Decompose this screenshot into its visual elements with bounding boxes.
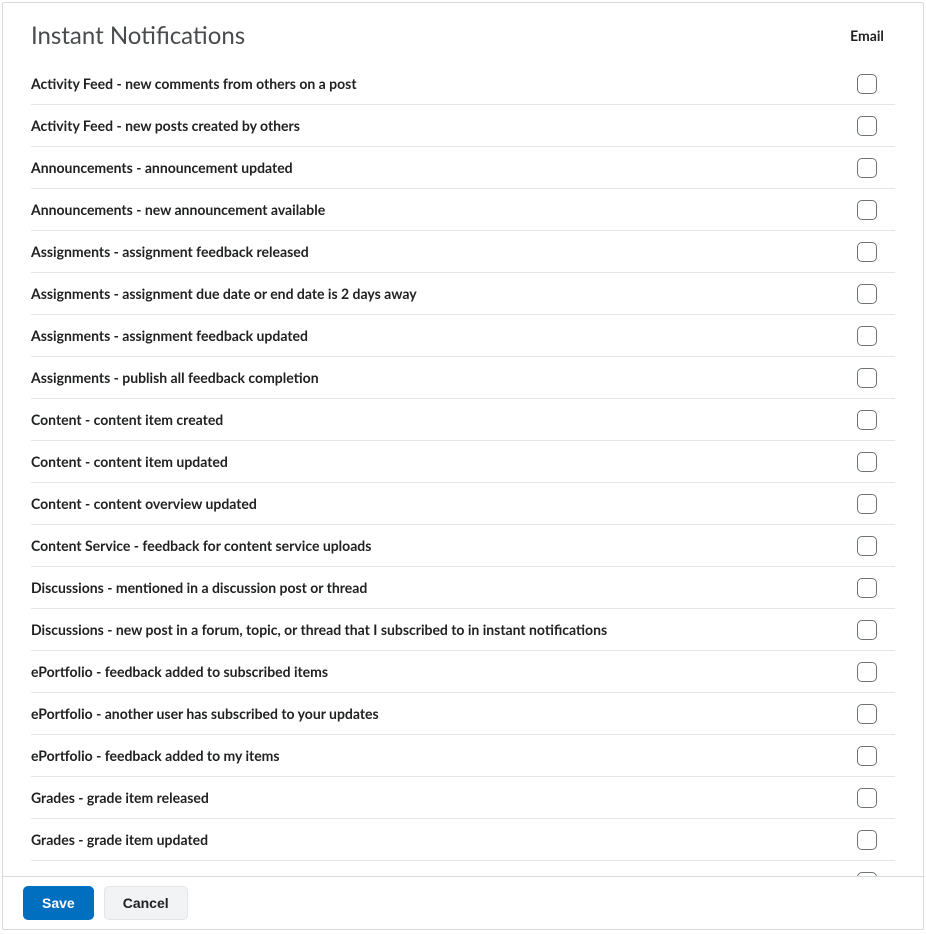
notification-checkbox[interactable] xyxy=(857,74,877,94)
notification-checkbox-cell xyxy=(839,661,895,682)
notification-row: Grades - grade item released xyxy=(31,777,895,819)
notification-row: ePortfolio - another user has subscribed… xyxy=(31,693,895,735)
save-button[interactable]: Save xyxy=(23,886,94,920)
notification-checkbox-cell xyxy=(839,409,895,430)
header-row: Instant Notifications Email xyxy=(31,11,895,59)
notification-label: ePortfolio - feedback added to subscribe… xyxy=(31,663,839,680)
notification-checkbox-cell xyxy=(839,157,895,178)
notification-label: Discussions - new post in a forum, topic… xyxy=(31,621,839,638)
notification-label: Grades - grade item updated xyxy=(31,831,839,848)
notification-label: ePortfolio - feedback added to my items xyxy=(31,747,839,764)
notification-checkbox-cell xyxy=(839,73,895,94)
notification-label: Content Service - feedback for content s… xyxy=(31,537,839,554)
notification-row: Assignments - assignment feedback update… xyxy=(31,315,895,357)
notification-row: Content - content item updated xyxy=(31,441,895,483)
notification-row: Announcements - announcement updated xyxy=(31,147,895,189)
notification-checkbox-cell xyxy=(839,115,895,136)
notification-checkbox[interactable] xyxy=(857,452,877,472)
notification-checkbox[interactable] xyxy=(857,704,877,724)
notification-row: Content - content item created xyxy=(31,399,895,441)
notification-label: Activity Feed - new comments from others… xyxy=(31,75,839,92)
notification-checkbox[interactable] xyxy=(857,830,877,850)
notification-row: Content - content overview updated xyxy=(31,483,895,525)
notification-row: Discussions - new post in a forum, topic… xyxy=(31,609,895,651)
notification-checkbox[interactable] xyxy=(857,578,877,598)
notification-row: Content Service - feedback for content s… xyxy=(31,525,895,567)
notification-label: Content - content item created xyxy=(31,411,839,428)
notification-checkbox-cell xyxy=(839,451,895,472)
notification-label: Grades - grade item released xyxy=(31,789,839,806)
notification-label: Announcements - announcement updated xyxy=(31,159,839,176)
notification-checkbox-cell xyxy=(839,577,895,598)
notification-row: ePortfolio - feedback added to my items xyxy=(31,735,895,777)
notification-checkbox-cell xyxy=(839,703,895,724)
notification-checkbox[interactable] xyxy=(857,620,877,640)
notification-checkbox[interactable] xyxy=(857,410,877,430)
notification-checkbox[interactable] xyxy=(857,746,877,766)
notification-checkbox[interactable] xyxy=(857,158,877,178)
notification-label: Activity Feed - new posts created by oth… xyxy=(31,117,839,134)
notification-row: Assignments - publish all feedback compl… xyxy=(31,357,895,399)
notification-row: Assignments - assignment feedback releas… xyxy=(31,231,895,273)
notification-checkbox[interactable] xyxy=(857,368,877,388)
notification-checkbox-cell xyxy=(839,829,895,850)
notification-rows: Activity Feed - new comments from others… xyxy=(31,63,895,878)
notification-checkbox-cell xyxy=(839,367,895,388)
notification-row: Activity Feed - new comments from others… xyxy=(31,63,895,105)
notifications-panel: Instant Notifications Email Activity Fee… xyxy=(2,2,924,930)
notification-label: Assignments - assignment due date or end… xyxy=(31,285,839,302)
notification-checkbox-cell xyxy=(839,199,895,220)
notification-label: ePortfolio - another user has subscribed… xyxy=(31,705,839,722)
notification-label: Content - content item updated xyxy=(31,453,839,470)
notification-label: Content - content overview updated xyxy=(31,495,839,512)
content-area: Instant Notifications Email Activity Fee… xyxy=(3,3,923,878)
notification-label: Announcements - new announcement availab… xyxy=(31,201,839,218)
notification-row: Grades - grade item updated xyxy=(31,819,895,861)
notification-checkbox[interactable] xyxy=(857,284,877,304)
page-title: Instant Notifications xyxy=(31,21,245,50)
notification-checkbox[interactable] xyxy=(857,494,877,514)
notification-checkbox-cell xyxy=(839,493,895,514)
notification-label: Discussions - mentioned in a discussion … xyxy=(31,579,839,596)
notification-row: Announcements - new announcement availab… xyxy=(31,189,895,231)
notification-checkbox[interactable] xyxy=(857,536,877,556)
notification-label: Assignments - publish all feedback compl… xyxy=(31,369,839,386)
notification-checkbox-cell xyxy=(839,619,895,640)
notification-checkbox-cell xyxy=(839,535,895,556)
notification-checkbox[interactable] xyxy=(857,788,877,808)
notification-checkbox-cell xyxy=(839,283,895,304)
notification-label: Assignments - assignment feedback releas… xyxy=(31,243,839,260)
notification-checkbox-cell xyxy=(839,241,895,262)
notification-checkbox[interactable] xyxy=(857,242,877,262)
notification-row: Discussions - mentioned in a discussion … xyxy=(31,567,895,609)
notification-checkbox[interactable] xyxy=(857,200,877,220)
notification-checkbox[interactable] xyxy=(857,662,877,682)
email-column-header: Email xyxy=(839,27,895,44)
notification-label: Assignments - assignment feedback update… xyxy=(31,327,839,344)
notification-row: Activity Feed - new posts created by oth… xyxy=(31,105,895,147)
notification-checkbox-cell xyxy=(839,787,895,808)
cancel-button[interactable]: Cancel xyxy=(104,886,188,920)
notification-checkbox[interactable] xyxy=(857,116,877,136)
notification-checkbox[interactable] xyxy=(857,326,877,346)
footer-bar: Save Cancel xyxy=(3,876,923,929)
notification-row: ePortfolio - feedback added to subscribe… xyxy=(31,651,895,693)
notification-checkbox-cell xyxy=(839,745,895,766)
notification-row: Assignments - assignment due date or end… xyxy=(31,273,895,315)
notification-checkbox-cell xyxy=(839,325,895,346)
